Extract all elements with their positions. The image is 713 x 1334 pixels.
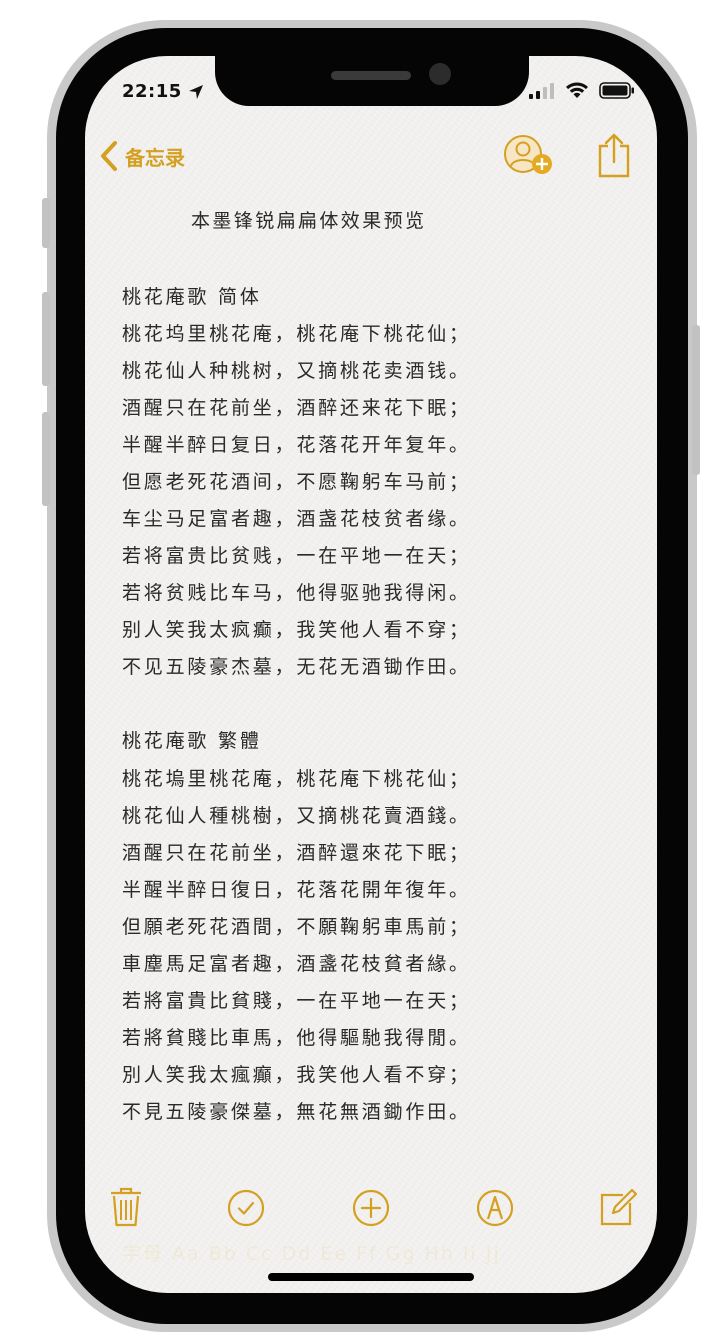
status-icons (529, 82, 635, 99)
poem-line: 桃花塢里桃花庵，桃花庵下桃花仙； (122, 768, 471, 790)
checklist-icon (227, 1189, 265, 1227)
volume-down-button (42, 412, 50, 506)
silent-switch (42, 198, 50, 248)
status-time: 22:15 (122, 81, 204, 102)
poem-line: 不見五陵豪傑墓，無花無酒鋤作田。 (122, 1101, 471, 1123)
compose-button[interactable] (599, 1187, 638, 1231)
section-heading: 桃花庵歌 简体 (122, 286, 262, 308)
markup-button[interactable] (476, 1189, 514, 1231)
clock: 22:15 (122, 81, 182, 102)
poem-line: 桃花仙人種桃樹，又摘桃花賣酒錢。 (122, 805, 471, 827)
back-label: 备忘录 (125, 145, 185, 170)
poem-line: 但願老死花酒間，不願鞠躬車馬前； (122, 916, 471, 938)
wifi-icon (566, 82, 588, 98)
poem-line: 酒醒只在花前坐，酒醉还来花下眠； (122, 397, 471, 419)
home-indicator[interactable] (268, 1273, 474, 1281)
markup-icon (476, 1189, 514, 1227)
trash-icon (111, 1187, 141, 1227)
poem-line: 車塵馬足富者趣，酒盞花枝貧者緣。 (122, 953, 471, 975)
speaker (331, 71, 411, 80)
poem-line: 半醒半醉日复日，花落花开年复年。 (122, 434, 471, 456)
checklist-button[interactable] (227, 1189, 265, 1231)
volume-up-button (42, 292, 50, 386)
collaborate-button[interactable] (503, 134, 557, 182)
poem-line: 酒醒只在花前坐，酒醉還來花下眠； (122, 842, 471, 864)
section-heading: 桃花庵歌 繁體 (122, 730, 262, 752)
chevron-left-icon (101, 141, 117, 171)
add-icon (352, 1189, 390, 1227)
battery-icon (599, 82, 634, 99)
poem-line: 若將貧賤比車馬，他得驅馳我得閒。 (122, 1027, 471, 1049)
poem-line: 但愿老死花酒间，不愿鞠躬车马前； (122, 471, 471, 493)
poem-line: 桃花仙人种桃树，又摘桃花卖酒钱。 (122, 360, 471, 382)
poem-line: 若將富貴比貧賤，一在平地一在天； (122, 990, 471, 1012)
notch (215, 56, 529, 106)
front-camera (429, 63, 451, 85)
poem-line: 不见五陵豪杰墓，无花无酒锄作田。 (122, 656, 471, 678)
poem-line: 若将富贵比贫贱，一在平地一在天； (122, 545, 471, 567)
share-button[interactable] (597, 132, 631, 182)
share-icon (598, 133, 630, 178)
delete-button[interactable] (109, 1187, 143, 1231)
poem-line: 半醒半醉日復日，花落花開年復年。 (122, 879, 471, 901)
note-title: 本墨锋锐扁扁体效果预览 (191, 210, 427, 232)
screen: 22:15 备忘录 本墨锋锐扁扁体效果预览 桃花庵歌 简体 桃花坞里桃花庵，桃花… (85, 56, 657, 1293)
location-arrow-icon (188, 84, 203, 99)
cellular-signal-icon (529, 82, 554, 99)
poem-line: 车尘马足富者趣，酒盏花枝贫者缘。 (122, 508, 471, 530)
faded-note-line: 字母 Aa Bb Cc Dd Ee Ff Gg Hh Ii Jj (122, 1243, 501, 1265)
poem-line: 桃花坞里桃花庵，桃花庵下桃花仙； (122, 323, 471, 345)
compose-icon (600, 1188, 638, 1226)
poem-line: 若将贫贱比车马，他得驱驰我得闲。 (122, 582, 471, 604)
add-person-icon (504, 135, 552, 174)
poem-line: 别人笑我太疯癫，我笑他人看不穿； (122, 619, 471, 641)
back-button[interactable]: 备忘录 (99, 140, 185, 172)
poem-line: 別人笑我太瘋癲，我笑他人看不穿； (122, 1064, 471, 1086)
add-button[interactable] (352, 1189, 390, 1231)
power-button (692, 325, 700, 475)
